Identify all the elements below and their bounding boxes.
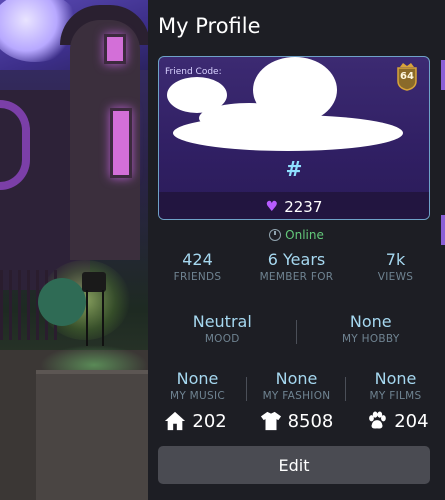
stat-value: None — [349, 312, 392, 331]
stat-value: 424 — [182, 250, 213, 269]
telescope — [82, 272, 106, 292]
stat-value: None — [176, 369, 219, 388]
stone-wall — [36, 370, 148, 500]
profile-panel: My Profile Friend Code: 64 # ♥ 2237 Onli… — [148, 0, 445, 500]
stat-label: MY FILMS — [369, 390, 422, 402]
pets-count[interactable]: 204 — [366, 410, 429, 432]
likes-count: 2237 — [284, 197, 323, 216]
online-status: Online — [148, 228, 445, 242]
stat-value: 7k — [385, 250, 406, 269]
resource-counts: 202 8508 204 — [148, 410, 445, 432]
stat-member-for: 6 Years MEMBER FOR — [247, 250, 346, 283]
friend-code-hash: # — [285, 157, 303, 181]
page-title: My Profile — [158, 14, 261, 38]
stat-label: MEMBER FOR — [259, 271, 334, 283]
stats-row-interests: None MY MUSIC None MY FASHION None MY FI… — [148, 369, 445, 402]
stat-views: 7k VIEWS — [346, 250, 445, 283]
edge-accent — [441, 60, 445, 90]
stat-label: MOOD — [204, 333, 240, 345]
telescope-tripod — [86, 290, 104, 346]
stat-value: Neutral — [192, 312, 252, 331]
stat-label: FRIENDS — [173, 271, 222, 283]
level-number: 64 — [400, 71, 414, 82]
stat-value: None — [275, 369, 318, 388]
likes-bar: ♥ 2237 — [159, 192, 429, 219]
bush — [38, 278, 86, 326]
stat-hobby[interactable]: None MY HOBBY — [297, 312, 445, 345]
shirt-icon — [260, 411, 281, 431]
clothes-value: 8508 — [287, 410, 334, 432]
tower-window — [110, 108, 132, 178]
stat-music[interactable]: None MY MUSIC — [148, 369, 247, 402]
profile-card: Friend Code: 64 # ♥ 2237 — [158, 56, 430, 220]
stat-fashion[interactable]: None MY FASHION — [247, 369, 346, 402]
stat-friends[interactable]: 424 FRIENDS — [148, 250, 247, 283]
stat-label: MY FASHION — [262, 390, 331, 402]
friend-code-label: Friend Code: — [165, 67, 222, 77]
rooms-count[interactable]: 202 — [164, 410, 227, 432]
clothes-count[interactable]: 8508 — [260, 410, 334, 432]
stats-row-primary: 424 FRIENDS 6 Years MEMBER FOR 7k VIEWS — [148, 250, 445, 283]
paw-icon — [369, 411, 387, 429]
tower-window — [104, 34, 126, 64]
stat-mood[interactable]: Neutral MOOD — [148, 312, 297, 345]
level-badge: 64 — [395, 61, 419, 91]
online-status-text: Online — [285, 228, 324, 242]
stat-value: None — [374, 369, 417, 388]
edge-accent — [441, 215, 445, 245]
rooms-value: 202 — [192, 410, 227, 432]
stat-label: MY MUSIC — [169, 390, 226, 402]
stats-row-mood: Neutral MOOD None MY HOBBY — [148, 312, 445, 345]
stat-value: 6 Years — [267, 250, 326, 269]
house-icon — [165, 411, 186, 431]
edit-button[interactable]: Edit — [158, 446, 430, 484]
stat-label: MY HOBBY — [341, 333, 400, 345]
redaction-scribble — [173, 115, 403, 151]
pets-value: 204 — [394, 410, 429, 432]
game-background-scene — [0, 0, 148, 500]
profile-card-header: Friend Code: 64 # — [159, 57, 429, 192]
heart-icon: ♥ — [265, 198, 279, 215]
clock-icon — [269, 229, 282, 241]
stat-label: VIEWS — [377, 271, 414, 283]
stat-films[interactable]: None MY FILMS — [346, 369, 445, 402]
